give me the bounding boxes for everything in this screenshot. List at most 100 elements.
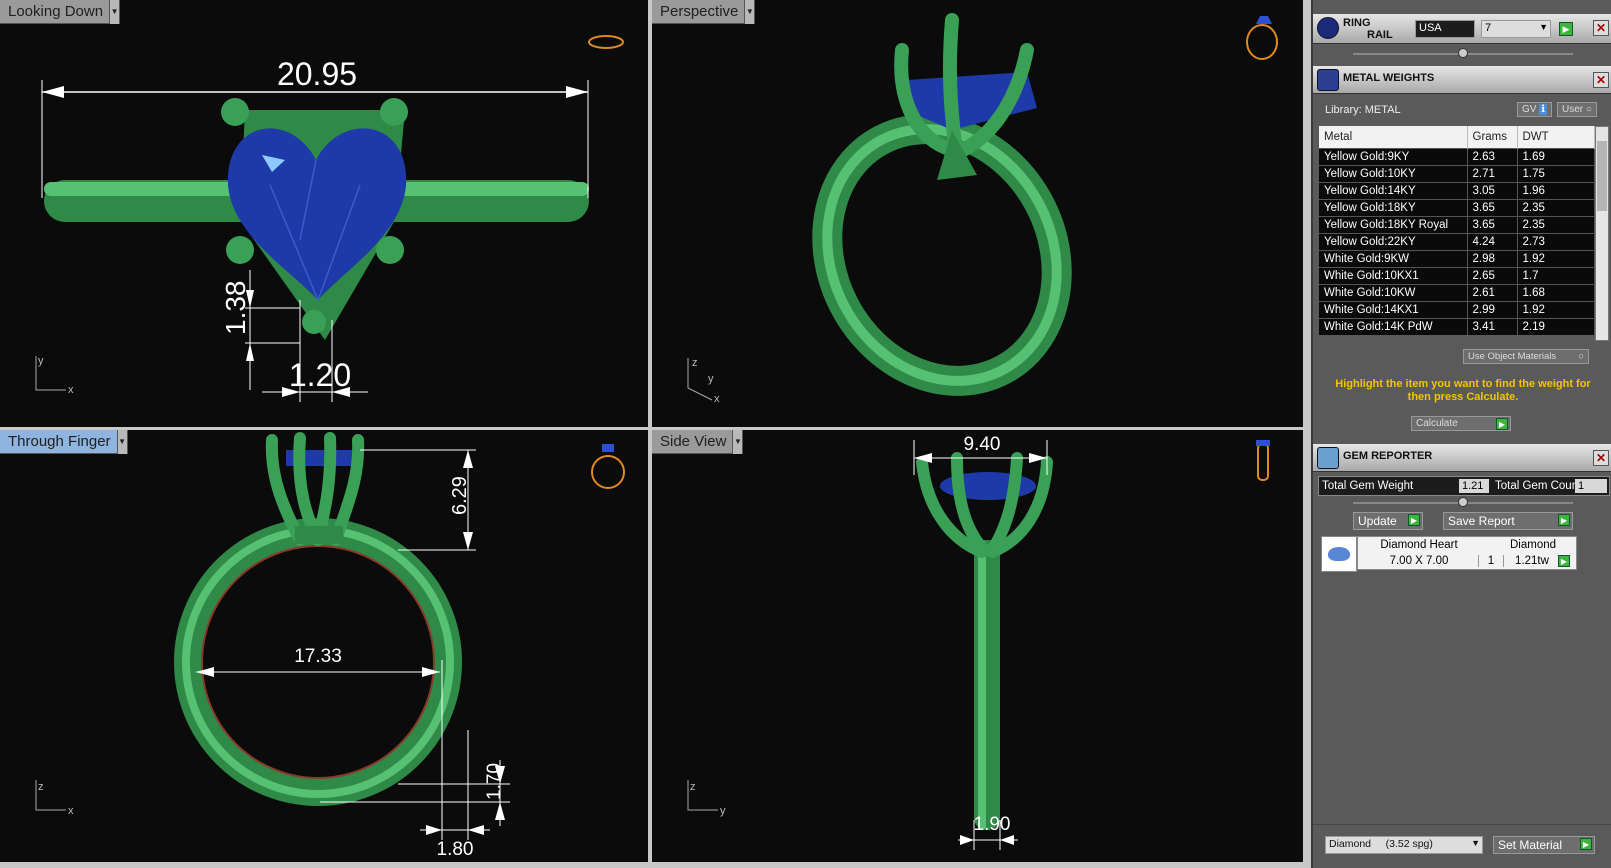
close-icon[interactable]: ✕ [1593, 72, 1609, 88]
svg-text:x: x [68, 384, 74, 396]
grams-cell: 4.24 [1467, 232, 1518, 250]
side-panel: RING RAIL USA 7 ▼ ▶ ✕ METAL WEIGHTS ✕ Libr… [1311, 0, 1611, 868]
use-object-materials-toggle[interactable]: Use Object Materials ○ [1463, 349, 1589, 364]
apply-size-button[interactable]: ▶ [1559, 22, 1573, 36]
col-dwt[interactable]: DWT [1517, 126, 1595, 148]
svg-text:z: z [38, 781, 44, 793]
app-window: Looking Down ▼ 20.95 1.38 1.20 y x Persp… [0, 0, 1611, 868]
grams-cell: 2.63 [1467, 147, 1518, 165]
table-row[interactable]: White Gold:14KX1 2.99 1.92 [1319, 300, 1595, 318]
viewport-looking-down[interactable]: Looking Down ▼ 20.95 1.38 1.20 y x [0, 0, 648, 427]
viewport-tab-side-view[interactable]: Side View ▼ [652, 430, 744, 454]
dim-head-width: 9.40 [964, 434, 1001, 455]
viewport-label: Side View [660, 433, 727, 450]
table-row[interactable]: Yellow Gold:10KY 2.71 1.75 [1319, 164, 1595, 182]
table-row[interactable]: White Gold:10KW 2.61 1.68 [1319, 283, 1595, 301]
set-material-button[interactable]: Set Material ▶ [1493, 836, 1595, 854]
country-field[interactable]: USA [1415, 20, 1475, 38]
dwt-cell: 2.73 [1517, 232, 1595, 250]
metal-name-cell: White Gold:9KW [1319, 249, 1468, 267]
table-row[interactable]: Yellow Gold:14KY 3.05 1.96 [1319, 181, 1595, 199]
viewport-perspective[interactable]: Perspective ▼ z y x [652, 0, 1303, 427]
ring-perspective-render: z y x [687, 13, 1278, 405]
ring-side-render: 9.40 1.90 z y [687, 434, 1270, 850]
total-gem-count-value: 1 [1575, 479, 1607, 493]
slider-handle[interactable] [1458, 48, 1468, 58]
save-report-button[interactable]: Save Report ▶ [1443, 512, 1573, 530]
table-row[interactable]: White Gold:9KW 2.98 1.92 [1319, 249, 1595, 267]
viewport-side-view[interactable]: Side View ▼ 9.40 1.90 z y [652, 430, 1303, 862]
material-select[interactable]: Diamond (3.52 spg) ▼ [1325, 836, 1483, 854]
gem-slider-handle[interactable] [1458, 497, 1468, 507]
gem-shape: Diamond Heart [1380, 539, 1458, 551]
user-toggle[interactable]: User ○ [1557, 102, 1597, 117]
dwt-cell: 2.35 [1517, 215, 1595, 233]
table-row[interactable]: Yellow Gold:22KY 4.24 2.73 [1319, 232, 1595, 250]
viewport-label: Perspective [660, 3, 739, 20]
metal-name-cell: Yellow Gold:14KY [1319, 181, 1468, 199]
metal-name-cell: Yellow Gold:10KY [1319, 164, 1468, 182]
ring-rail-title: RING RAIL [1343, 17, 1393, 41]
viewport-tab-through-finger[interactable]: Through Finger ▼ [0, 430, 128, 454]
table-row[interactable]: Yellow Gold:9KY 2.63 1.69 [1319, 147, 1595, 165]
close-icon[interactable]: ✕ [1593, 20, 1609, 36]
metal-name-cell: White Gold:10KW [1319, 283, 1468, 301]
metal-table-scrollbar[interactable] [1595, 126, 1609, 341]
viewport-through-finger[interactable]: Through Finger ▼ 6.29 17.33 1.70 1.80 z … [0, 430, 648, 862]
update-button[interactable]: Update ▶ [1353, 512, 1423, 530]
chevron-down-icon[interactable]: ▼ [744, 0, 755, 24]
table-row[interactable]: Yellow Gold:18KY Royal 3.65 2.35 [1319, 215, 1595, 233]
dim-shank-thickness: 1.70 [484, 763, 505, 800]
metal-name-cell: Yellow Gold:22KY [1319, 232, 1468, 250]
dwt-cell: 1.69 [1517, 147, 1595, 165]
col-grams[interactable]: Grams [1467, 126, 1518, 148]
metal-weights-header: METAL WEIGHTS ✕ [1313, 66, 1611, 94]
table-row[interactable]: Yellow Gold:18KY 3.65 2.35 [1319, 198, 1595, 216]
svg-text:y: y [720, 805, 726, 817]
calculate-button[interactable]: Calculate ▶ [1411, 416, 1511, 431]
gem-row-go-button[interactable]: ▶ [1558, 555, 1570, 567]
dim-prong: 1.38 [220, 281, 251, 336]
gem-thumbnail[interactable] [1321, 536, 1357, 572]
chevron-down-icon[interactable]: ▼ [732, 430, 743, 454]
dwt-cell: 1.92 [1517, 300, 1595, 318]
gem-reporter-icon [1317, 447, 1339, 469]
chevron-down-icon[interactable]: ▼ [116, 430, 127, 454]
gem-total-weight: 1.21tw [1515, 555, 1549, 567]
ring-front-icon [591, 455, 625, 489]
ring-size-select[interactable]: 7 ▼ [1481, 20, 1551, 38]
viewport-tab-looking-down[interactable]: Looking Down ▼ [0, 0, 121, 24]
gem-reporter-title: GEM REPORTER [1343, 450, 1433, 462]
viewport-label: Looking Down [8, 3, 104, 20]
ring-top-icon [588, 35, 624, 49]
close-icon[interactable]: ✕ [1593, 450, 1609, 466]
dim-shank-side: 1.90 [974, 814, 1011, 835]
dim-prong-width: 1.20 [289, 357, 351, 393]
total-gem-weight-value: 1.21 [1459, 479, 1489, 493]
col-metal[interactable]: Metal [1319, 126, 1468, 148]
viewport-tab-perspective[interactable]: Perspective ▼ [652, 0, 756, 24]
svg-text:y: y [38, 355, 44, 367]
table-row[interactable]: White Gold:10KX1 2.65 1.7 [1319, 266, 1595, 284]
dwt-cell: 2.19 [1517, 317, 1595, 335]
dwt-cell: 2.35 [1517, 198, 1595, 216]
metal-name-cell: White Gold:10KX1 [1319, 266, 1468, 284]
gem-row[interactable]: Diamond Heart Diamond 7.00 X 7.00 1 1.21… [1357, 536, 1577, 570]
metal-name-cell: Yellow Gold:9KY [1319, 147, 1468, 165]
total-gem-count-label: Total Gem Count [1495, 480, 1582, 492]
metal-name-cell: White Gold:14K PdW [1319, 317, 1468, 335]
svg-text:x: x [68, 805, 74, 817]
total-gem-weight-label: Total Gem Weight [1322, 480, 1414, 492]
gv-toggle[interactable]: GV ℹ [1517, 102, 1553, 117]
table-row[interactable]: White Gold:14K PdW 3.41 2.19 [1319, 317, 1595, 335]
grams-cell: 2.65 [1467, 266, 1518, 284]
chevron-down-icon[interactable]: ▼ [109, 0, 120, 24]
dwt-cell: 1.75 [1517, 164, 1595, 182]
grams-cell: 2.98 [1467, 249, 1518, 267]
svg-text:x: x [714, 393, 720, 405]
metal-weights-table[interactable]: Metal Grams DWT Yellow Gold:9KY 2.63 1.69 Y… [1319, 126, 1595, 335]
ring-rail-icon [1317, 17, 1339, 39]
gem-size: 7.00 X 7.00 [1389, 555, 1449, 567]
svg-text:z: z [692, 357, 698, 369]
dim-shank-width: 1.80 [437, 839, 474, 860]
